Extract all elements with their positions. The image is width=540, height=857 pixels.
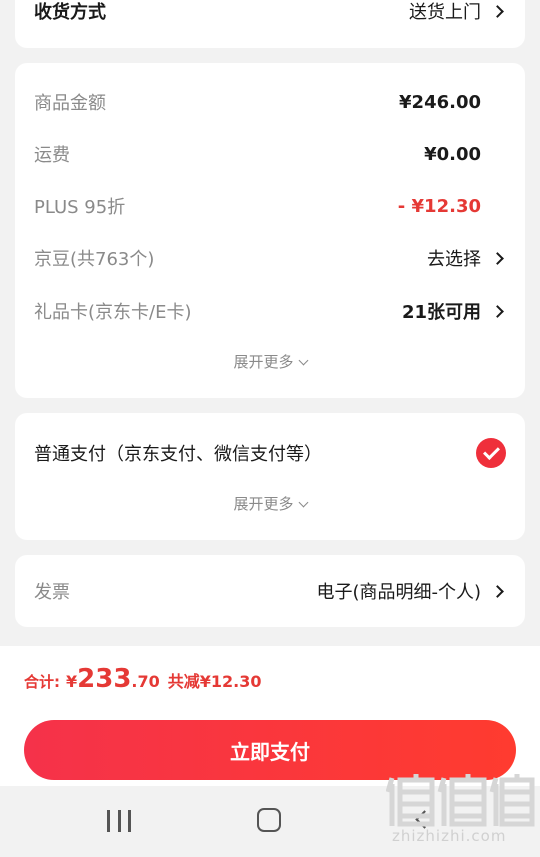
chevron-right-icon [491, 304, 504, 318]
goods-amount-value: ¥246.00 [399, 92, 506, 113]
invoice-row[interactable]: 发票 电子(商品明细-个人) [34, 576, 506, 606]
jingdou-row[interactable]: 京豆(共763个) 去选择 [34, 243, 506, 273]
checkout-bar: 合计: ¥ 233 .70 共减¥12.30 立即支付 [0, 646, 540, 786]
delivery-value: 送货上门 [409, 0, 506, 24]
payment-card: 普通支付（京东支付、微信支付等） 展开更多 [15, 413, 525, 540]
giftcard-row[interactable]: 礼品卡(京东卡/E卡) 21张可用 [34, 296, 506, 326]
delivery-card: 收货方式 送货上门 [15, 0, 525, 48]
total-decimal: .70 [131, 672, 160, 691]
plus-discount-text: - ¥12.30 [397, 195, 481, 217]
total-discount: 共减¥12.30 [167, 672, 262, 691]
invoice-value: 电子(商品明细-个人) [316, 578, 506, 604]
plus-discount-value: - ¥12.30 [398, 196, 506, 217]
jingdou-text: 去选择 [427, 249, 481, 270]
shipping-value: ¥0.00 [424, 144, 506, 165]
goods-amount-label: 商品金额 [34, 93, 106, 114]
chevron-right-icon [491, 4, 504, 18]
payment-method-row[interactable]: 普通支付（京东支付、微信支付等） [34, 438, 506, 468]
chevron-down-icon [298, 355, 308, 366]
price-expand-more[interactable]: 展开更多 [15, 351, 525, 372]
delivery-row[interactable]: 收货方式 送货上门 [34, 0, 506, 26]
jingdou-value: 去选择 [427, 245, 506, 271]
pay-now-button[interactable]: 立即支付 [24, 720, 516, 780]
jingdou-label: 京豆(共763个) [34, 249, 155, 270]
payment-expand-label: 展开更多 [233, 495, 294, 513]
invoice-card: 发票 电子(商品明细-个人) [15, 555, 525, 627]
invoice-label: 发票 [34, 582, 70, 603]
total-integer: 233 [77, 664, 132, 694]
back-icon[interactable] [415, 810, 434, 829]
payment-expand-more[interactable]: 展开更多 [15, 493, 525, 514]
total-currency: ¥ [66, 672, 78, 691]
price-summary-card: 商品金额 ¥246.00 运费 ¥0.00 PLUS 95折 - ¥12.30 … [15, 63, 525, 398]
recent-apps-icon[interactable] [107, 810, 131, 832]
delivery-label: 收货方式 [34, 2, 106, 23]
delivery-value-text: 送货上门 [409, 2, 481, 23]
shipping-text: ¥0.00 [424, 143, 481, 165]
giftcard-text: 21张可用 [401, 302, 481, 323]
price-expand-label: 展开更多 [233, 353, 294, 371]
payment-method-label: 普通支付（京东支付、微信支付等） [34, 444, 322, 465]
system-nav-bar [0, 786, 540, 857]
chevron-down-icon [298, 497, 308, 508]
shipping-label: 运费 [34, 145, 70, 166]
plus-discount-label: PLUS 95折 [34, 197, 126, 218]
chevron-right-icon [491, 251, 504, 265]
plus-discount-row: PLUS 95折 - ¥12.30 [34, 191, 506, 221]
goods-amount-text: ¥246.00 [399, 91, 481, 113]
home-icon[interactable] [257, 808, 281, 832]
goods-amount-row: 商品金额 ¥246.00 [34, 87, 506, 117]
chevron-right-icon [491, 584, 504, 598]
giftcard-value: 21张可用 [402, 298, 506, 324]
giftcard-label: 礼品卡(京东卡/E卡) [34, 302, 192, 323]
invoice-text: 电子(商品明细-个人) [316, 582, 481, 603]
checkmark-icon[interactable] [476, 438, 506, 468]
total-label: 合计: [24, 673, 60, 691]
shipping-row: 运费 ¥0.00 [34, 139, 506, 169]
order-total: 合计: ¥ 233 .70 共减¥12.30 [24, 664, 262, 694]
